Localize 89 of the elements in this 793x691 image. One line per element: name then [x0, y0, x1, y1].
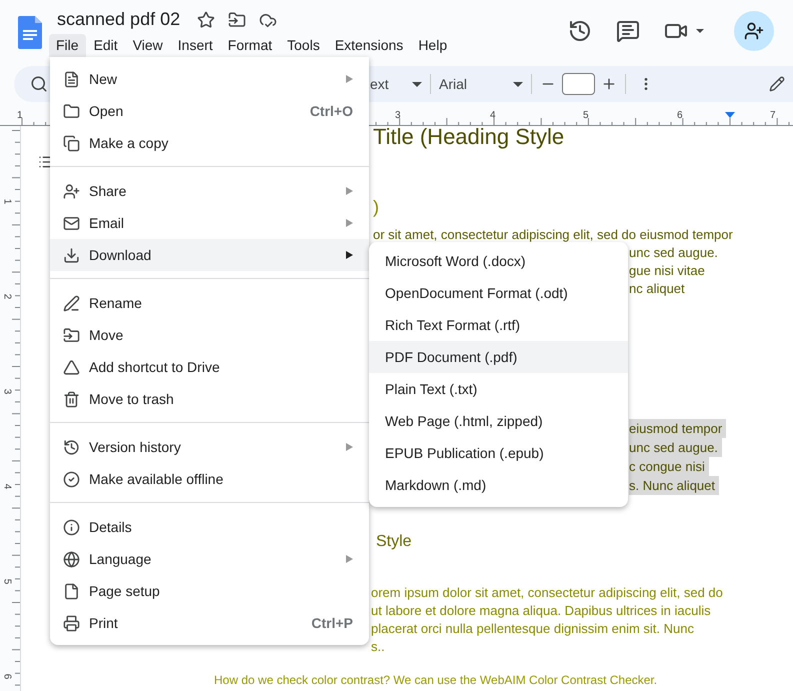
- folder-arrow-icon: [63, 326, 80, 344]
- star-icon[interactable]: [197, 10, 216, 28]
- caret-icon: [696, 29, 704, 33]
- info-icon: [63, 518, 80, 536]
- style-dropdown[interactable]: ext: [370, 76, 422, 92]
- menu-bar-item[interactable]: File: [49, 34, 86, 57]
- check-circle-icon: [63, 470, 80, 488]
- mail-icon: [63, 214, 80, 232]
- body-text-line: or sit amet, consectetur adipiscing elit, sed do eiusmod tempor: [373, 226, 733, 244]
- ruler-number: 4: [490, 110, 496, 121]
- ruler-number: 6: [1, 674, 12, 680]
- submenu-item[interactable]: Microsoft Word (.docx): [369, 245, 628, 277]
- history-icon[interactable]: [568, 19, 592, 43]
- menu-item[interactable]: Download: [50, 239, 369, 271]
- caption-text: How do we check color contrast? We can use the WebAIM Color Contrast Checker.: [214, 672, 658, 689]
- submenu-item[interactable]: Plain Text (.txt): [369, 373, 628, 405]
- ruler-number: 6: [677, 110, 683, 121]
- menu-item[interactable]: Open Ctrl+O: [50, 95, 369, 127]
- caret-icon: [412, 82, 422, 86]
- pencil-icon[interactable]: [769, 76, 785, 92]
- heading-text: ): [373, 196, 379, 218]
- menu-item[interactable]: Page setup: [50, 575, 369, 607]
- ruler-number: 3: [395, 110, 401, 121]
- menu-item[interactable]: Rename: [50, 287, 369, 319]
- document-title[interactable]: scanned pdf 02: [57, 9, 180, 30]
- menu-item[interactable]: Email: [50, 207, 369, 239]
- menu-bar-item[interactable]: Tools: [280, 34, 327, 57]
- add-person-icon: [744, 21, 764, 41]
- menu-bar-item[interactable]: Extensions: [328, 34, 410, 57]
- submenu-item[interactable]: Web Page (.html, zipped): [369, 405, 628, 437]
- submenu-item[interactable]: Rich Text Format (.rtf): [369, 309, 628, 341]
- plus-icon[interactable]: [601, 76, 617, 92]
- ruler-number: 3: [1, 388, 12, 394]
- history-icon: [63, 438, 80, 456]
- menu-bar-item[interactable]: Format: [220, 34, 280, 57]
- comment-icon[interactable]: [616, 19, 640, 43]
- submenu-item[interactable]: OpenDocument Format (.odt): [369, 277, 628, 309]
- submenu-item[interactable]: Markdown (.md): [369, 469, 628, 501]
- copy-icon: [63, 134, 80, 152]
- ruler-number: 1: [1, 198, 12, 204]
- body-text-line: gue nisi vitae: [629, 262, 705, 280]
- menu-item[interactable]: Make a copy: [50, 127, 369, 159]
- folder-icon: [63, 102, 80, 120]
- printer-icon: [63, 614, 80, 632]
- menu-bar-item[interactable]: Edit: [86, 34, 125, 57]
- ruler-number: 5: [583, 110, 589, 121]
- menu-item[interactable]: Print Ctrl+P: [50, 607, 369, 639]
- menu-item[interactable]: Move to trash: [50, 383, 369, 415]
- folder-arrow-icon[interactable]: [228, 10, 246, 28]
- body-text-line: unc sed augue.: [629, 244, 718, 262]
- triangle-icon: [63, 358, 80, 376]
- font-size-field[interactable]: [562, 73, 595, 95]
- body-text-line: placerat orci nulla pellentesque dignissim enim sit. Nunc: [371, 620, 694, 638]
- download-icon: [63, 246, 80, 264]
- ruler-number: 4: [1, 484, 12, 490]
- menu-item[interactable]: Details: [50, 511, 369, 543]
- body-text-line: nc aliquet: [629, 280, 685, 298]
- search-icon[interactable]: [30, 75, 48, 93]
- menu-item[interactable]: Language: [50, 543, 369, 575]
- menu-item[interactable]: Move: [50, 319, 369, 351]
- share-button[interactable]: [734, 11, 774, 51]
- pencil-icon: [63, 294, 80, 312]
- font-dropdown[interactable]: Arial: [439, 76, 523, 92]
- caret-icon: [513, 82, 523, 86]
- body-text-line: s..: [371, 638, 385, 656]
- add-person-icon: [63, 182, 80, 200]
- submenu-item[interactable]: EPUB Publication (.epub): [369, 437, 628, 469]
- globe-icon: [63, 550, 80, 568]
- menu-bar-item[interactable]: Insert: [170, 34, 220, 57]
- body-text-line: ut labore et dolore magna aliqua. Dapibus ultrices in iaculis: [371, 602, 711, 620]
- menu-bar-item[interactable]: View: [126, 34, 170, 57]
- menu-item[interactable]: Make available offline: [50, 463, 369, 495]
- trash-icon: [63, 390, 80, 408]
- heading-text: Title (Heading Style: [373, 126, 564, 148]
- document-logo-icon[interactable]: [18, 16, 42, 49]
- ruler-number: 1: [17, 110, 23, 121]
- menu-item[interactable]: Share: [50, 175, 369, 207]
- page-icon: [63, 582, 80, 600]
- menu-item[interactable]: Version history: [50, 431, 369, 463]
- document-icon: [63, 70, 80, 88]
- ruler-number: 7: [770, 110, 776, 121]
- ruler-number: 5: [1, 578, 12, 584]
- body-text-line: orem ipsum dolor sit amet, consectetur adipiscing elit, sed do: [371, 584, 723, 602]
- menu-bar-item[interactable]: Help: [411, 34, 454, 57]
- submenu-item[interactable]: PDF Document (.pdf): [369, 341, 628, 373]
- ruler-number: 2: [1, 294, 12, 300]
- menu-item[interactable]: Add shortcut to Drive: [50, 351, 369, 383]
- heading-text: Style: [376, 532, 412, 552]
- menu-item[interactable]: New: [50, 63, 369, 95]
